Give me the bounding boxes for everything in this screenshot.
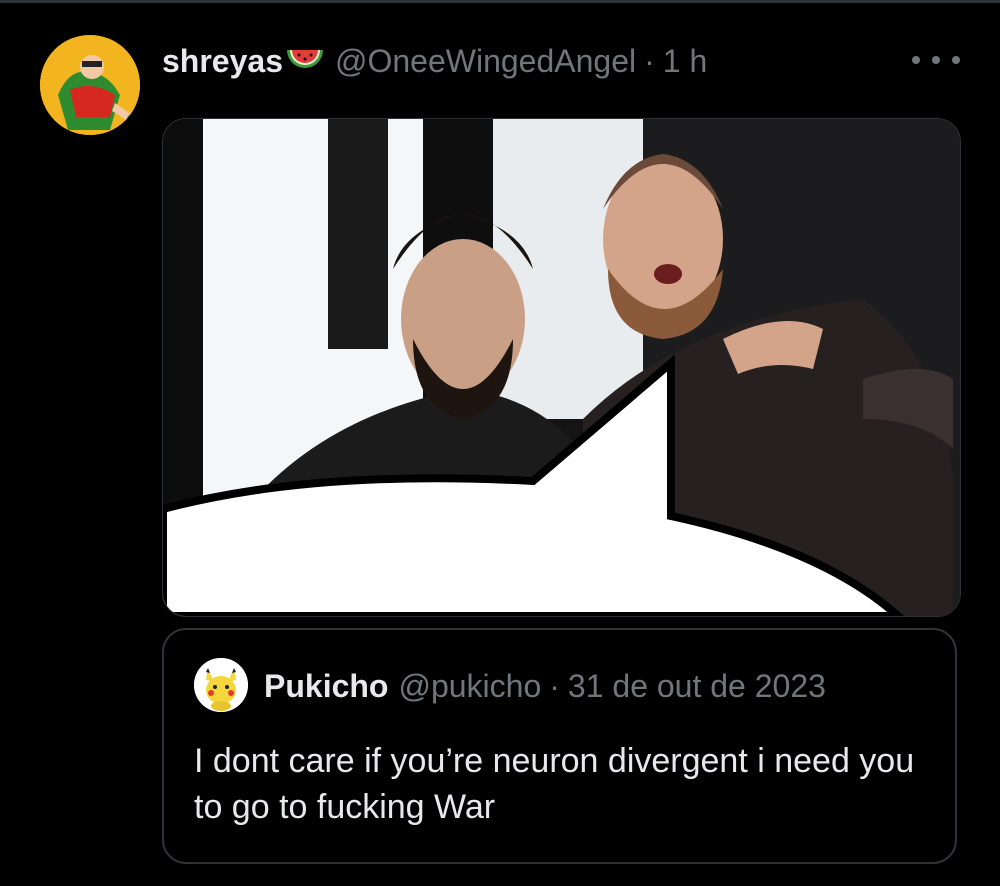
- author-avatar[interactable]: [40, 35, 140, 135]
- tweet-timestamp[interactable]: 1 h: [663, 43, 707, 80]
- quoted-author-display-name[interactable]: Pukicho: [264, 668, 388, 705]
- watermelon-icon: [285, 46, 325, 76]
- quoted-tweet-header: Pukicho @pukicho · 31 de out de 2023: [264, 666, 826, 706]
- more-horizontal-icon[interactable]: [912, 44, 960, 76]
- top-divider: [0, 0, 1000, 3]
- quoted-tweet-date[interactable]: 31 de out de 2023: [568, 668, 826, 705]
- quoted-author-handle[interactable]: @pukicho: [398, 668, 541, 705]
- author-display-name[interactable]: shreyas: [162, 43, 283, 80]
- separator-dot: ·: [644, 42, 655, 79]
- tweet-header: shreyas @OneeWingedAngel · 1 h: [162, 40, 707, 82]
- separator-dot: ·: [549, 667, 560, 704]
- quoted-author-avatar[interactable]: [194, 658, 248, 712]
- tweet-media-image[interactable]: [162, 118, 961, 617]
- quoted-tweet[interactable]: Pukicho @pukicho · 31 de out de 2023 I d…: [162, 628, 957, 864]
- author-handle[interactable]: @OneeWingedAngel: [335, 43, 636, 80]
- quoted-tweet-text: I dont care if you’re neuron divergent i…: [194, 742, 915, 826]
